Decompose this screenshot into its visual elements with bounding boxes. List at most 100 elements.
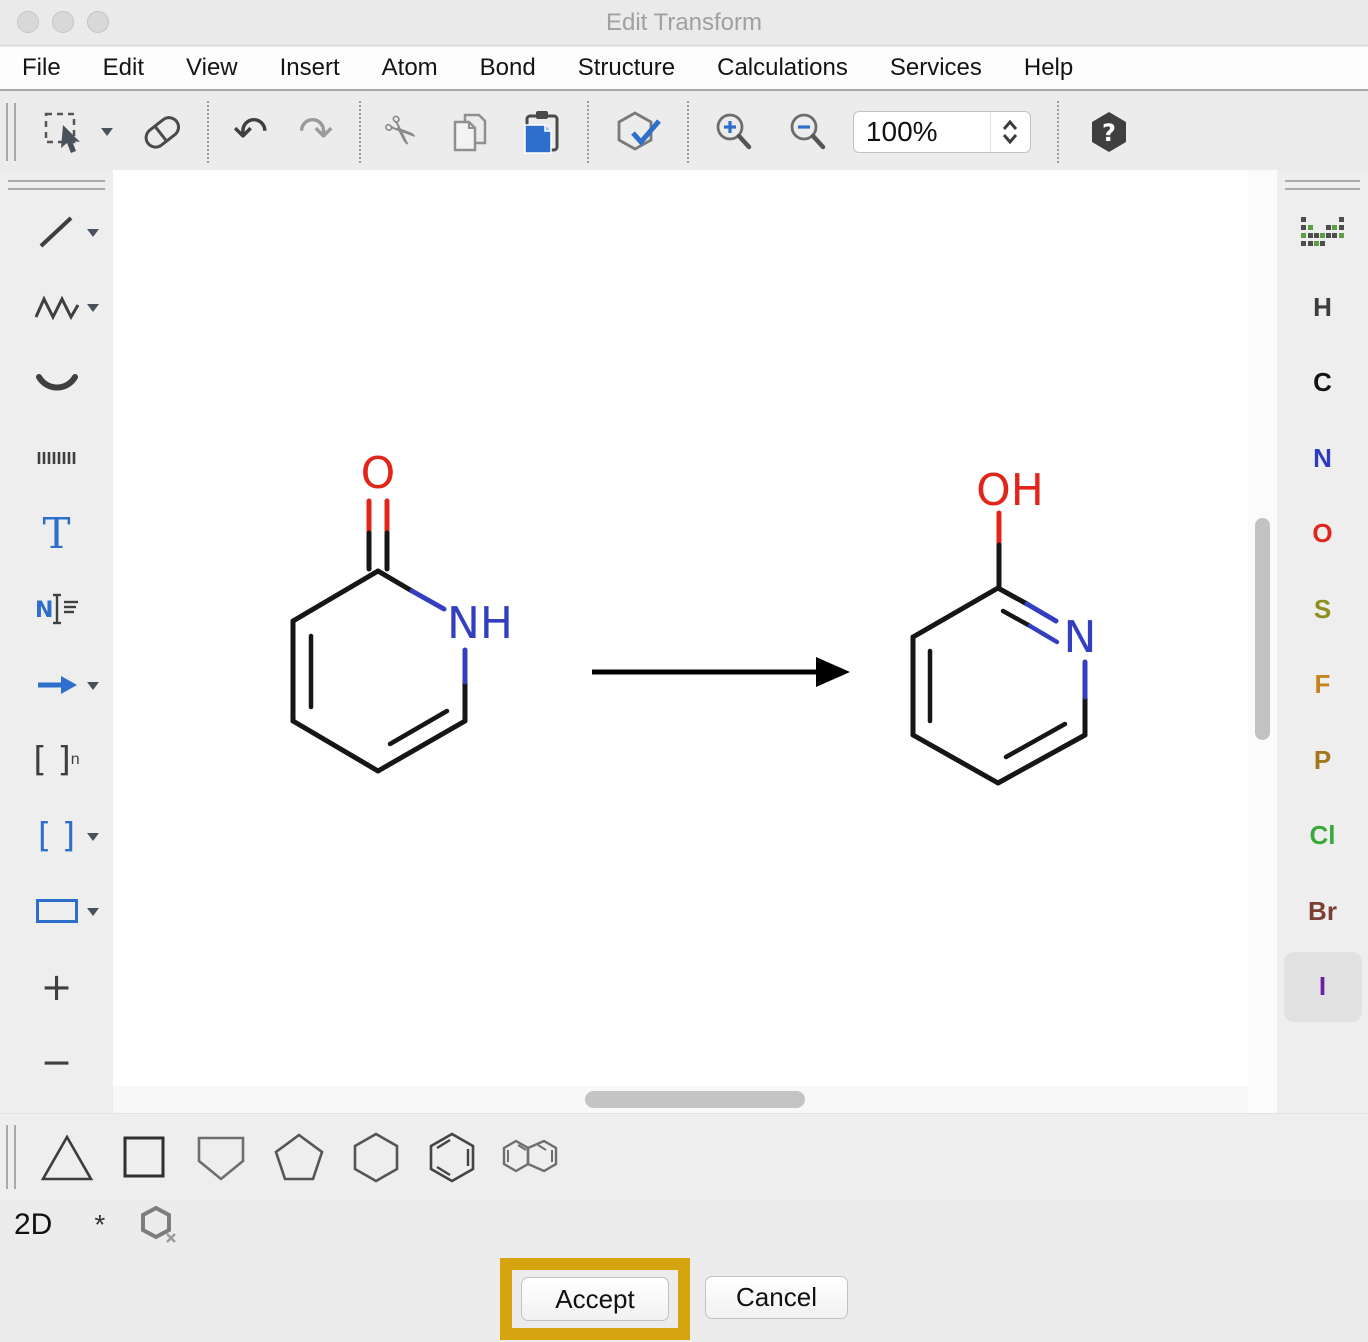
bracket-dropdown[interactable] [87,833,99,841]
template-cyclopentane-button[interactable] [270,1129,328,1185]
any-atom-label[interactable]: * [94,1209,105,1241]
template-cyclobutane-button[interactable] [116,1129,172,1185]
panel-grip[interactable] [1285,180,1360,190]
selected-element-highlight: I [1284,952,1362,1022]
text-tool[interactable]: T [0,496,113,572]
main-toolbar: ↶ ↷ ✂ [0,93,1368,170]
toolbar-separator [1057,101,1059,163]
template-benzene-button[interactable] [424,1129,480,1185]
template-cyclopropane-button[interactable] [38,1129,96,1185]
paste-button[interactable] [519,109,565,155]
zoom-in-button[interactable] [713,111,755,153]
bracket-tool[interactable]: [ ] [0,798,113,874]
rectangle-tool[interactable] [0,874,113,950]
element-panel: H C N O S F P Cl Br I [1277,170,1368,1113]
cyclohexane-icon [348,1129,404,1185]
clear-structure-button[interactable] [139,1204,179,1246]
menu-bar: File Edit View Insert Atom Bond Structur… [0,47,1368,91]
structure-check-icon [615,109,663,155]
menu-services[interactable]: Services [890,54,982,82]
toolbar-grip[interactable] [6,103,16,161]
zoom-window-button[interactable] [87,11,109,33]
repeat-group-tool[interactable]: [ ]n [0,723,113,799]
accept-highlight-frame: Accept [500,1258,690,1340]
vertical-scrollbar-thumb[interactable] [1255,518,1270,740]
zoom-level-value[interactable]: 100% [854,116,990,148]
menu-view[interactable]: View [186,54,238,82]
zoom-level-spinner[interactable]: 100% [853,111,1031,153]
horizontal-scrollbar[interactable] [113,1086,1248,1113]
reaction-arrow-dropdown[interactable] [87,682,99,690]
status-row: 2D * [0,1200,1368,1250]
accept-button[interactable]: Accept [521,1277,669,1321]
minimize-button[interactable] [52,11,74,33]
vertical-scrollbar[interactable] [1248,170,1277,1113]
structure-check-button[interactable] [615,109,663,155]
reactant-nh-label: NH [447,598,513,649]
select-tool-dropdown[interactable] [101,128,113,136]
element-button-f[interactable]: F [1277,647,1368,723]
select-tool-button[interactable] [42,109,113,155]
element-button-br[interactable]: Br [1277,874,1368,950]
single-bond-dropdown[interactable] [87,229,99,237]
undo-button[interactable]: ↶ [233,111,268,153]
reaction-drawing: O NH OH N [113,170,1248,1086]
chain-tool[interactable] [0,270,113,346]
minus-charge-tool[interactable]: − [0,1025,113,1101]
benzene-icon [424,1129,480,1185]
reactant-oxygen-label: O [361,448,396,499]
reaction-arrow-tool[interactable] [0,647,113,723]
template-cyclopentadiene-button[interactable] [192,1129,250,1185]
hashed-bond-tool[interactable] [0,421,113,497]
cyclobutane-icon [116,1129,172,1185]
periodic-table-button[interactable] [1277,194,1368,270]
chain-dropdown[interactable] [87,304,99,312]
atom-label-tool[interactable]: N [0,572,113,648]
menu-calculations[interactable]: Calculations [717,54,848,82]
template-naphthalene-button[interactable] [500,1135,562,1179]
menu-bond[interactable]: Bond [480,54,536,82]
element-button-o[interactable]: O [1277,496,1368,572]
plus-charge-tool[interactable]: + [0,949,113,1025]
element-button-h[interactable]: H [1277,270,1368,346]
element-button-c[interactable]: C [1277,345,1368,421]
template-cyclohexane-button[interactable] [348,1129,404,1185]
element-button-s[interactable]: S [1277,572,1368,648]
cancel-button[interactable]: Cancel [705,1276,848,1319]
toolbar-separator [207,101,209,163]
cut-button[interactable]: ✂ [383,109,417,155]
menu-edit[interactable]: Edit [103,54,144,82]
plus-charge-icon: + [41,965,73,1009]
menu-help[interactable]: Help [1024,54,1073,82]
reaction-arrow[interactable] [592,657,850,687]
menu-atom[interactable]: Atom [382,54,438,82]
menu-file[interactable]: File [22,54,61,82]
element-button-p[interactable]: P [1277,723,1368,799]
bracket-icon: [ ] [38,816,75,856]
element-button-cl[interactable]: Cl [1277,798,1368,874]
toolbar-grip[interactable] [6,1125,16,1189]
panel-grip[interactable] [8,180,105,190]
help-button[interactable]: ? [1087,110,1131,154]
copy-button[interactable] [447,110,491,154]
redo-icon: ↷ [298,111,333,153]
zoom-stepper[interactable] [990,111,1030,153]
rectangle-dropdown[interactable] [87,908,99,916]
zoom-out-button[interactable] [787,111,829,153]
arc-bond-tool[interactable] [0,345,113,421]
window-title: Edit Transform [0,0,1368,45]
close-button[interactable] [17,11,39,33]
eraser-button[interactable] [139,110,185,154]
dimension-label[interactable]: 2D [14,1208,52,1242]
left-tool-panel: T N [ ]n [ ] + [0,170,113,1113]
redo-button[interactable]: ↷ [298,111,333,153]
periodic-table-icon [1299,216,1347,248]
toolbar-separator [687,101,689,163]
structure-canvas[interactable]: O NH OH N [113,170,1248,1086]
element-button-i[interactable]: I [1277,949,1368,1025]
element-button-n[interactable]: N [1277,421,1368,497]
menu-structure[interactable]: Structure [578,54,675,82]
horizontal-scrollbar-thumb[interactable] [585,1091,805,1108]
single-bond-tool[interactable] [0,194,113,270]
menu-insert[interactable]: Insert [280,54,340,82]
